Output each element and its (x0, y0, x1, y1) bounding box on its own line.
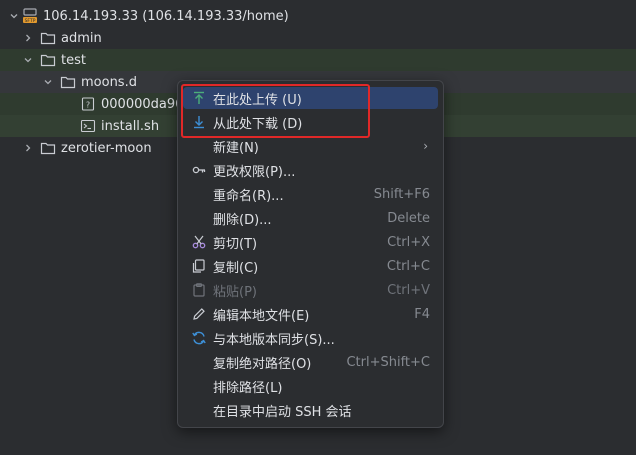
pencil-icon (191, 306, 207, 322)
sftp-server-icon: SFTP (22, 8, 38, 24)
menu-item-label: 编辑本地文件(E) (213, 308, 310, 324)
submenu-arrow-icon: › (423, 139, 428, 153)
folder-icon (40, 52, 56, 68)
tree-item-label: zerotier-moon (61, 140, 152, 156)
menu-item-change-permissions[interactable]: 更改权限(P)... (183, 159, 438, 181)
download-icon (191, 114, 207, 130)
tree-item-test[interactable]: test (0, 49, 636, 71)
menu-item-shortcut: Ctrl+Shift+C (346, 354, 430, 370)
chevron-right-icon[interactable] (22, 27, 34, 49)
upload-icon (191, 90, 207, 106)
menu-item-start-ssh-session[interactable]: 在目录中启动 SSH 会话 (183, 399, 438, 421)
folder-icon (60, 74, 76, 90)
menu-item-shortcut: Delete (387, 210, 430, 226)
menu-item-label: 在此处上传 (U) (213, 92, 302, 108)
menu-item-label: 重命名(R)... (213, 188, 284, 204)
chevron-down-icon[interactable] (22, 49, 34, 71)
menu-item-edit-local-file[interactable]: 编辑本地文件(E) F4 (183, 303, 438, 325)
menu-item-label: 新建(N) (213, 140, 259, 156)
shell-script-icon (80, 118, 96, 134)
menu-item-label: 在目录中启动 SSH 会话 (213, 404, 352, 420)
key-icon (191, 162, 207, 178)
menu-item-label: 删除(D)... (213, 212, 272, 228)
menu-item-shortcut: Ctrl+C (386, 258, 430, 274)
menu-item-label: 更改权限(P)... (213, 164, 296, 180)
tree-root-label: 106.14.193.33 (106.14.193.33/home) (43, 8, 289, 24)
menu-item-shortcut: Ctrl+V (387, 282, 430, 298)
tree-item-admin[interactable]: admin (0, 27, 636, 49)
menu-item-cut[interactable]: 剪切(T) Ctrl+X (183, 231, 438, 253)
tree-item-label: test (61, 52, 86, 68)
menu-item-label: 复制(C) (213, 260, 259, 276)
menu-item-shortcut: F4 (414, 306, 430, 322)
svg-text:?: ? (86, 101, 90, 110)
tree-item-label: admin (61, 30, 102, 46)
context-menu: 在此处上传 (U) 从此处下载 (D) 新建(N) › 更改权限(P)... 重… (177, 80, 444, 428)
chevron-down-icon[interactable] (8, 5, 20, 27)
tree-root-row[interactable]: SFTP 106.14.193.33 (106.14.193.33/home) (0, 5, 636, 27)
menu-item-copy[interactable]: 复制(C) Ctrl+C (183, 255, 438, 277)
menu-item-paste[interactable]: 粘贴(P) Ctrl+V (183, 279, 438, 301)
menu-item-sync-local[interactable]: 与本地版本同步(S)... (183, 327, 438, 349)
copy-icon (191, 258, 207, 274)
folder-icon (40, 140, 56, 156)
tree-item-label: 000000da96 (101, 96, 184, 112)
tree-item-label: moons.d (81, 74, 137, 90)
tree-item-label: install.sh (101, 118, 160, 134)
scissors-icon (191, 234, 207, 250)
menu-item-download-here[interactable]: 从此处下载 (D) (183, 111, 438, 133)
menu-item-upload-here[interactable]: 在此处上传 (U) (183, 87, 438, 109)
svg-text:SFTP: SFTP (25, 18, 36, 24)
menu-item-copy-absolute-path[interactable]: 复制绝对路径(O) Ctrl+Shift+C (183, 351, 438, 373)
unknown-file-icon: ? (80, 96, 96, 112)
menu-item-label: 粘贴(P) (213, 284, 257, 300)
menu-item-label: 排除路径(L) (213, 380, 283, 396)
menu-item-label: 从此处下载 (D) (213, 116, 303, 132)
menu-item-new[interactable]: 新建(N) › (183, 135, 438, 157)
paste-icon (191, 282, 207, 298)
sync-icon (191, 330, 207, 346)
menu-item-rename[interactable]: 重命名(R)... Shift+F6 (183, 183, 438, 205)
menu-item-label: 与本地版本同步(S)... (213, 332, 335, 348)
menu-item-exclude-path[interactable]: 排除路径(L) (183, 375, 438, 397)
menu-item-shortcut: Ctrl+X (387, 234, 430, 250)
chevron-right-icon[interactable] (22, 137, 34, 159)
menu-item-label: 复制绝对路径(O) (213, 356, 312, 372)
folder-icon (40, 30, 56, 46)
chevron-down-icon[interactable] (42, 71, 54, 93)
menu-item-label: 剪切(T) (213, 236, 258, 252)
menu-item-delete[interactable]: 删除(D)... Delete (183, 207, 438, 229)
menu-item-shortcut: Shift+F6 (373, 186, 430, 202)
